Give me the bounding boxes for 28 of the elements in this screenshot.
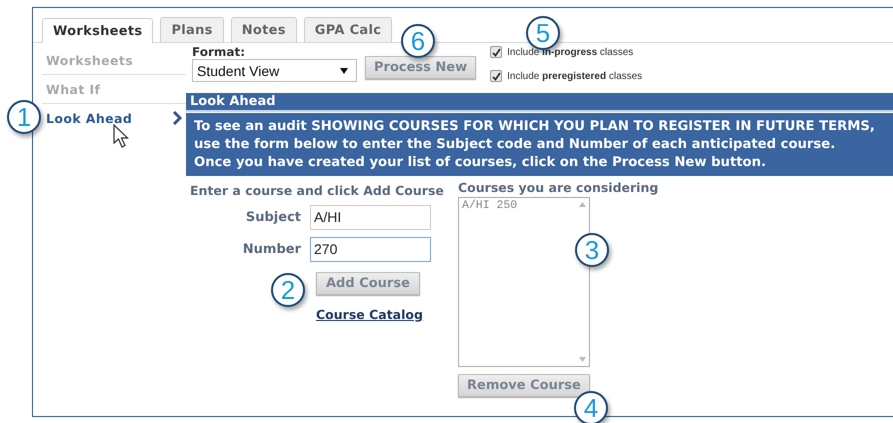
format-label: Format:: [192, 45, 246, 59]
tab[interactable]: Notes: [230, 17, 297, 42]
format-dropdown[interactable]: Student View: [192, 59, 357, 82]
checkbox-label: Include preregistered classes: [507, 70, 642, 82]
form-heading: Enter a course and click Add Course: [190, 183, 445, 198]
tab[interactable]: Worksheets: [42, 18, 154, 43]
instruction-text: use the form below to enter the Subject code and Number of each anticipated course.: [194, 136, 836, 154]
tab[interactable]: GPA Calc: [304, 17, 392, 42]
input-field[interactable]: 270: [310, 237, 431, 262]
input-field[interactable]: A/HI: [310, 205, 431, 230]
checkbox[interactable]: [490, 46, 502, 58]
add-course-button[interactable]: Add Course: [316, 272, 420, 295]
course-catalog-link[interactable]: Course Catalog: [316, 307, 423, 322]
process-new-button[interactable]: Process New: [365, 56, 476, 79]
numbered-callout: 1: [7, 100, 41, 134]
remove-course-button[interactable]: Remove Course: [458, 374, 590, 397]
chevron-icon: [172, 111, 182, 125]
section-header: Look Ahead: [186, 93, 893, 112]
instruction-text: To see an audit SHOWING COURSES FOR WHICH YOU PLAN TO REGISTER IN FUTURE TERMS,: [194, 118, 876, 136]
sidebar-item[interactable]: Look Ahead: [42, 104, 186, 132]
checkbox[interactable]: [490, 70, 502, 82]
field-label: Subject: [244, 210, 301, 225]
field-label: Number: [242, 242, 301, 257]
instruction-text: Once you have created your list of courses, click on the Process New button.: [194, 154, 768, 172]
course-entry[interactable]: A/HI 250: [462, 199, 572, 212]
dropdown-arrow-icon: [340, 68, 348, 74]
list-heading: Courses you are considering: [458, 180, 658, 195]
tab[interactable]: Plans: [160, 17, 224, 42]
